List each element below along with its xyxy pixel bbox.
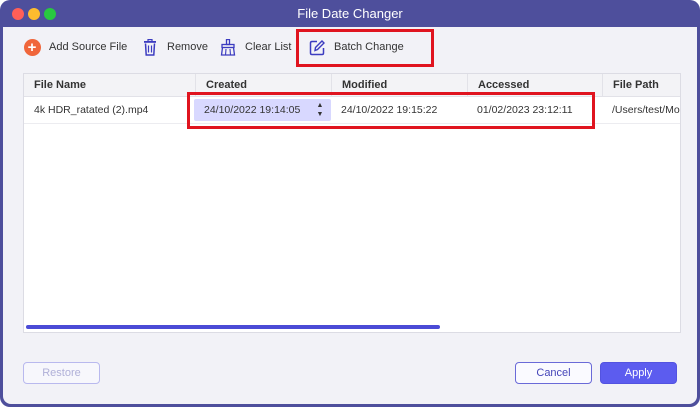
column-header-file-path[interactable]: File Path — [602, 74, 680, 96]
trash-icon — [141, 38, 159, 56]
main-content: + Add Source File Remove Clear List Batc… — [3, 27, 697, 404]
add-source-file-label: Add Source File — [49, 41, 128, 53]
clear-list-label: Clear List — [245, 41, 292, 53]
title-bar: File Date Changer — [3, 0, 697, 27]
remove-button[interactable]: Remove — [141, 36, 208, 58]
broom-icon — [219, 38, 237, 56]
column-header-file-name[interactable]: File Name — [24, 74, 195, 96]
clear-list-button[interactable]: Clear List — [219, 36, 291, 58]
horizontal-scrollbar[interactable] — [26, 325, 440, 329]
add-source-file-button[interactable]: + Add Source File — [23, 36, 127, 58]
apply-button[interactable]: Apply — [600, 362, 677, 384]
restore-button[interactable]: Restore — [23, 362, 100, 384]
batch-change-highlight — [296, 29, 434, 67]
file-path-cell: /Users/test/Mo — [612, 104, 680, 116]
remove-label: Remove — [167, 41, 208, 53]
cancel-button[interactable]: Cancel — [515, 362, 592, 384]
toolbar: + Add Source File Remove Clear List Batc… — [3, 27, 697, 67]
file-name-cell: 4k HDR_ratated (2).mp4 — [34, 104, 149, 116]
window-title: File Date Changer — [297, 6, 403, 21]
date-fields-highlight — [187, 92, 595, 129]
plus-circle-icon: + — [23, 38, 41, 56]
